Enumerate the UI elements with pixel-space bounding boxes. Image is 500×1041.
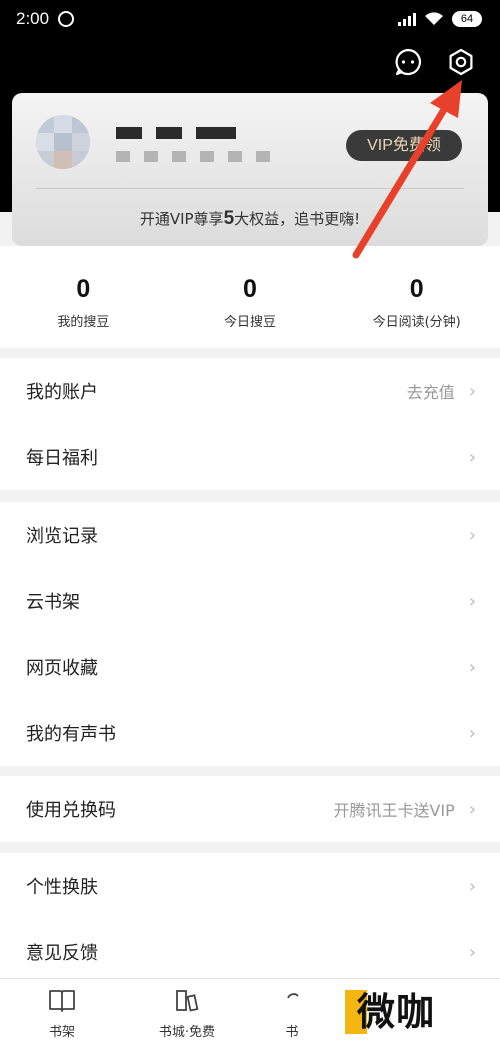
status-bar: 2:00 64 xyxy=(0,0,500,40)
redeem-hint: 开腾讯王卡送VIP xyxy=(333,801,455,820)
menu-item-audiobooks[interactable]: 我的有声书 › xyxy=(0,700,500,766)
recharge-hint: 去充值 xyxy=(406,383,455,402)
chevron-right-icon: › xyxy=(468,798,476,820)
menu-item-account[interactable]: 我的账户 去充值 › xyxy=(0,358,500,424)
menu-item-label: 个性换肤 xyxy=(26,877,98,898)
menu-group-redeem: 使用兑换码 开腾讯王卡送VIP › xyxy=(0,776,500,842)
menu-item-cloud-shelf[interactable]: 云书架 › xyxy=(0,568,500,634)
stat-value: 0 xyxy=(76,275,91,303)
book-icon xyxy=(49,990,75,1012)
vip-promo-text[interactable]: 开通VIP尊享5大权益，追书更嗨! xyxy=(12,208,488,230)
stat-my-beans[interactable]: 0 我的搜豆 xyxy=(0,246,167,348)
chevron-right-icon: › xyxy=(468,524,476,546)
card-divider xyxy=(36,188,464,189)
watermark-text: 微咖 xyxy=(357,990,436,1034)
stat-label: 今日阅读(分钟) xyxy=(372,315,461,330)
avatar[interactable] xyxy=(36,115,90,169)
tab-bookshelf[interactable]: 书架 xyxy=(12,979,112,1040)
tab-label: 书 xyxy=(285,1025,299,1040)
menu-item-label: 云书架 xyxy=(26,592,80,613)
menu-group-account: 我的账户 去充值 › 每日福利 › xyxy=(0,358,500,490)
menu-item-label: 每日福利 xyxy=(26,448,98,469)
settings-gear-icon[interactable] xyxy=(443,44,479,80)
signal-icon xyxy=(398,12,416,26)
battery-icon: 64 xyxy=(452,11,482,27)
speed-indicator-icon xyxy=(58,11,74,27)
chevron-right-icon: › xyxy=(468,722,476,744)
menu-item-label: 使用兑换码 xyxy=(26,800,116,821)
stat-label: 今日搜豆 xyxy=(224,315,277,330)
stat-today-beans[interactable]: 0 今日搜豆 xyxy=(167,246,334,348)
discover-icon xyxy=(287,993,299,999)
vip-promo-number: 5 xyxy=(223,208,235,229)
menu-item-skin[interactable]: 个性换肤 › xyxy=(0,853,500,919)
menu-group-library: 浏览记录 › 云书架 › 网页收藏 › 我的有声书 › xyxy=(0,502,500,766)
vip-free-button[interactable]: VIP免费领 xyxy=(346,130,462,161)
chevron-right-icon: › xyxy=(468,380,476,402)
tab-label: 书架 xyxy=(48,1025,75,1040)
stat-today-reading[interactable]: 0 今日阅读(分钟) xyxy=(333,246,500,348)
menu-item-label: 网页收藏 xyxy=(26,658,98,679)
status-time: 2:00 xyxy=(16,9,50,28)
user-id-blurred xyxy=(116,151,270,162)
menu-item-daily-welfare[interactable]: 每日福利 › xyxy=(0,424,500,490)
chevron-right-icon: › xyxy=(468,656,476,678)
vip-promo-suffix: 大权益，追书更嗨! xyxy=(234,210,361,228)
stat-value: 0 xyxy=(243,275,257,303)
menu-item-label: 意见反馈 xyxy=(26,943,98,964)
menu-item-label: 我的账户 xyxy=(26,382,98,403)
tab-label: 书城·免费 xyxy=(158,1025,216,1040)
chevron-right-icon: › xyxy=(468,941,476,963)
status-icons: 64 xyxy=(398,11,482,27)
chevron-right-icon: › xyxy=(468,875,476,897)
menu-item-history[interactable]: 浏览记录 › xyxy=(0,502,500,568)
menu-group-settings: 个性换肤 › 意见反馈 › xyxy=(0,853,500,985)
watermark-logo: 微咖 xyxy=(345,988,457,1038)
menu-item-redeem-code[interactable]: 使用兑换码 开腾讯王卡送VIP › xyxy=(0,776,500,842)
stat-value: 0 xyxy=(409,275,424,303)
wifi-icon xyxy=(425,12,443,25)
chevron-right-icon: › xyxy=(468,590,476,612)
menu-item-label: 浏览记录 xyxy=(26,526,98,547)
tab-discover[interactable]: 书 xyxy=(262,979,322,1040)
menu-item-feedback[interactable]: 意见反馈 › xyxy=(0,919,500,985)
username-blurred xyxy=(116,127,236,139)
tab-bookstore[interactable]: 书城·免费 xyxy=(137,979,237,1040)
stat-label: 我的搜豆 xyxy=(57,315,110,330)
stats-row: 0 我的搜豆 0 今日搜豆 0 今日阅读(分钟) xyxy=(0,246,500,348)
menu-item-label: 我的有声书 xyxy=(26,724,116,745)
profile-card[interactable]: VIP免费领 开通VIP尊享5大权益，追书更嗨! xyxy=(12,93,488,246)
bookstore-icon xyxy=(176,990,199,1012)
message-icon[interactable] xyxy=(390,44,426,80)
menu-item-bookmarks[interactable]: 网页收藏 › xyxy=(0,634,500,700)
chevron-right-icon: › xyxy=(468,446,476,468)
vip-promo-prefix: 开通VIP尊享 xyxy=(139,210,224,228)
